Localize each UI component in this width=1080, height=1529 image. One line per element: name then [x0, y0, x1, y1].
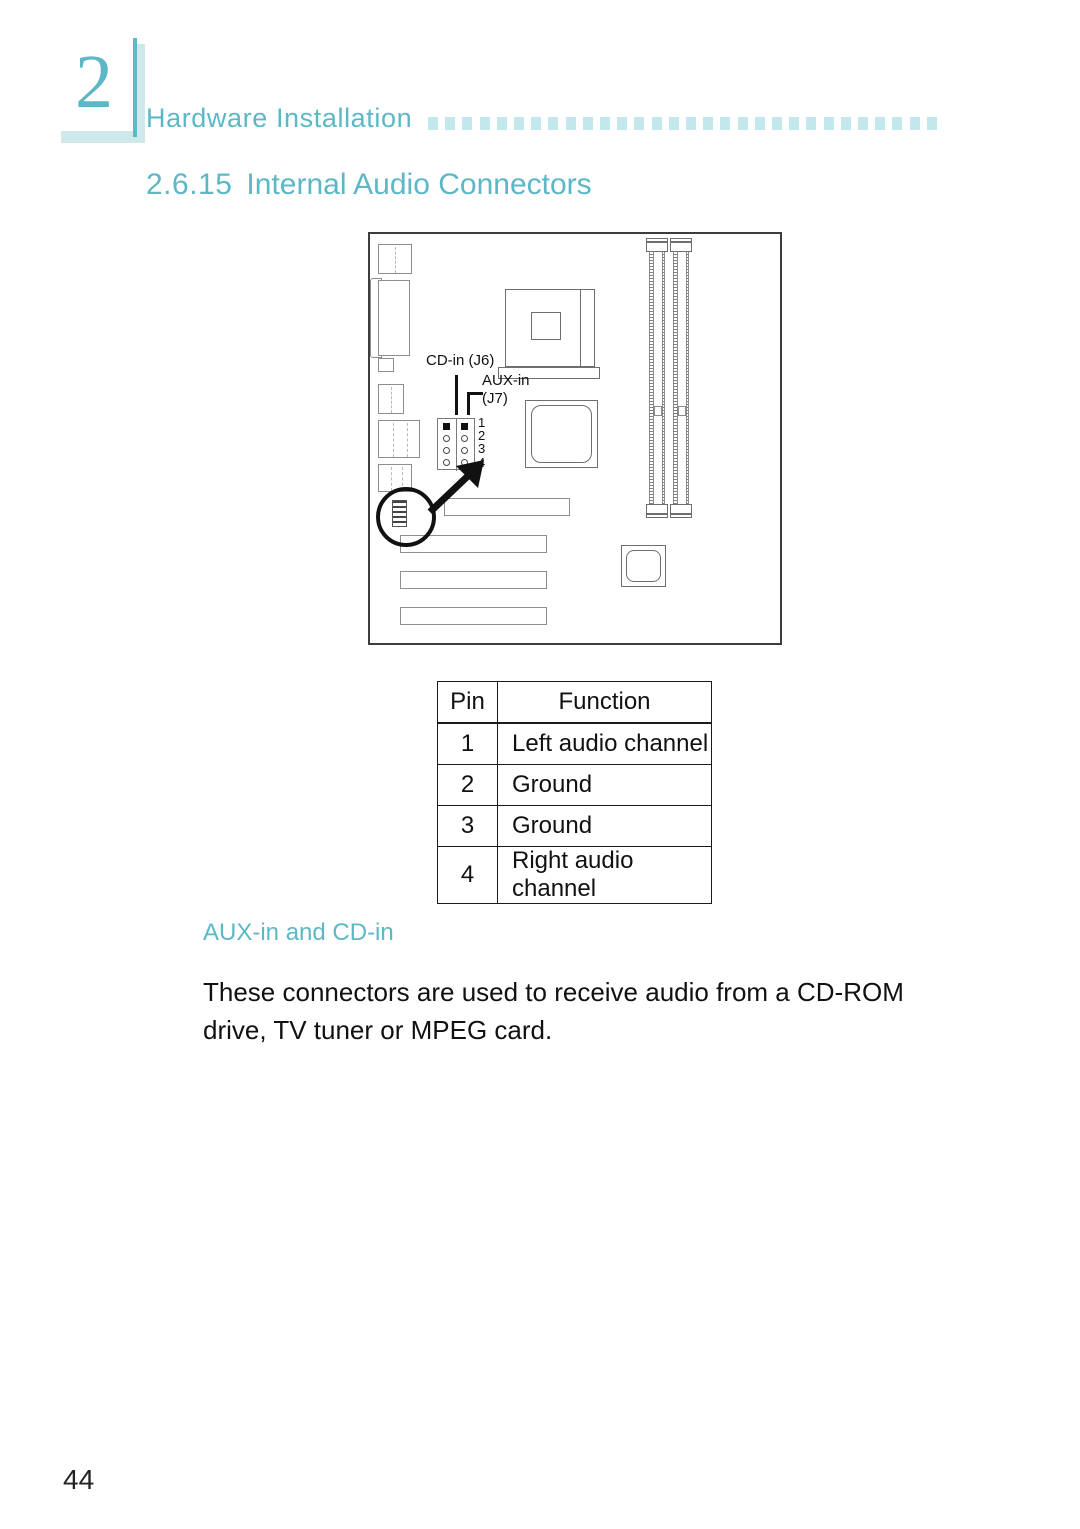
pin-3-circle — [461, 447, 468, 454]
io-port-lan — [378, 420, 420, 458]
io-port-serial-tab — [378, 358, 394, 372]
header-dot — [737, 117, 748, 130]
running-header-title: Hardware Installation — [146, 103, 413, 133]
header-dot — [514, 117, 524, 130]
expansion-slot-pci-2 — [400, 571, 547, 589]
header-dot — [772, 117, 782, 130]
io-port-serial — [378, 280, 410, 356]
expansion-slot-pci-3 — [400, 607, 547, 625]
header-dot — [686, 117, 696, 130]
table-row: 4 Right audio channel — [436, 846, 712, 904]
header-dot — [926, 117, 937, 130]
dimm-slot-2-clip-bottom — [670, 504, 692, 518]
header-dot — [892, 117, 903, 130]
header-dot — [875, 117, 886, 130]
pin-function-table: Pin Function 1 Left audio channel 2 Ground 3… — [436, 681, 712, 904]
cell-pin: 1 — [436, 722, 499, 765]
header-dot — [789, 117, 800, 130]
header-dot — [462, 117, 473, 130]
cell-function: Right audio channel — [497, 846, 712, 904]
header-dot — [754, 117, 765, 130]
running-header: Hardware Installation — [146, 103, 946, 143]
header-dot — [668, 117, 679, 130]
cell-pin: 3 — [436, 805, 499, 847]
column-header-function: Function — [497, 681, 712, 724]
header-dot — [600, 117, 610, 130]
pin-2-circle — [461, 435, 468, 442]
header-dot — [582, 117, 593, 130]
subsection-heading: AUX-in and CD-in — [203, 919, 394, 946]
pin-1-square — [461, 423, 468, 430]
header-dot — [651, 117, 662, 130]
cell-function: Ground — [497, 805, 712, 847]
cpu-die — [531, 312, 561, 340]
subsection-body: These connectors are used to receive aud… — [203, 977, 904, 1045]
chipset-die — [531, 405, 592, 463]
aux-in-ref-label: (J7) — [482, 390, 508, 407]
dimm-slot-2-key — [678, 406, 686, 416]
header-dot — [806, 117, 817, 130]
dimm-slot-2 — [673, 250, 689, 507]
table-row: 1 Left audio channel — [436, 722, 712, 765]
pin-1-square — [443, 423, 450, 430]
header-dot — [909, 117, 920, 130]
header-dot — [531, 117, 542, 130]
chapter-number: 2 — [75, 40, 113, 124]
cd-in-label: CD-in (J6) — [426, 352, 495, 369]
cell-function: Ground — [497, 764, 712, 806]
pin-2-circle — [443, 435, 450, 442]
chapter-tab-rule — [133, 38, 137, 137]
aux-in-leader-vertical — [467, 392, 470, 415]
table-header-row: Pin Function — [436, 681, 712, 724]
table-row: 2 Ground — [436, 764, 712, 806]
header-dot-rule — [428, 117, 937, 131]
callout-arrow — [427, 460, 484, 515]
table-row: 3 Ground — [436, 805, 712, 847]
header-dot — [445, 117, 456, 130]
header-dot — [703, 117, 714, 130]
io-port-usb-upper — [378, 384, 404, 414]
section-title: Internal Audio Connectors — [246, 168, 592, 201]
pin-3-circle — [443, 447, 450, 454]
page-number: 44 — [63, 1464, 95, 1495]
header-dot — [840, 117, 851, 130]
header-dot — [565, 117, 576, 130]
header-dot — [634, 117, 645, 130]
header-dot — [548, 117, 559, 130]
header-dot — [428, 117, 438, 130]
dimm-slot-1-key — [654, 406, 662, 416]
chapter-tab: 2 — [55, 38, 145, 143]
cell-function: Left audio channel — [497, 722, 712, 765]
cd-in-leader — [455, 375, 458, 415]
section-number: 2.6.15 — [146, 168, 233, 201]
connector-location-marker — [392, 500, 407, 527]
column-header-pin: Pin — [436, 681, 499, 724]
bios-chip-die — [626, 550, 661, 582]
pin-number: 3 — [478, 441, 486, 457]
header-dot — [496, 117, 507, 130]
page-title: 2.6.15 Internal Audio Connectors — [146, 168, 592, 202]
io-port-ps2 — [378, 244, 412, 274]
motherboard-diagram: CD-in (J6) AUX-in (J7) 1234 — [368, 232, 782, 733]
aux-in-label: AUX-in — [482, 372, 530, 389]
cpu-heatsink-side — [580, 289, 595, 367]
header-dot — [823, 117, 834, 130]
header-dot — [617, 117, 628, 130]
header-dot — [720, 117, 731, 130]
dimm-slot-1 — [649, 250, 665, 507]
cell-pin: 2 — [436, 764, 499, 806]
dimm-slot-1-clip-bottom — [646, 504, 668, 518]
header-dot — [858, 117, 868, 130]
cell-pin: 4 — [436, 846, 499, 904]
header-dot — [479, 117, 490, 130]
